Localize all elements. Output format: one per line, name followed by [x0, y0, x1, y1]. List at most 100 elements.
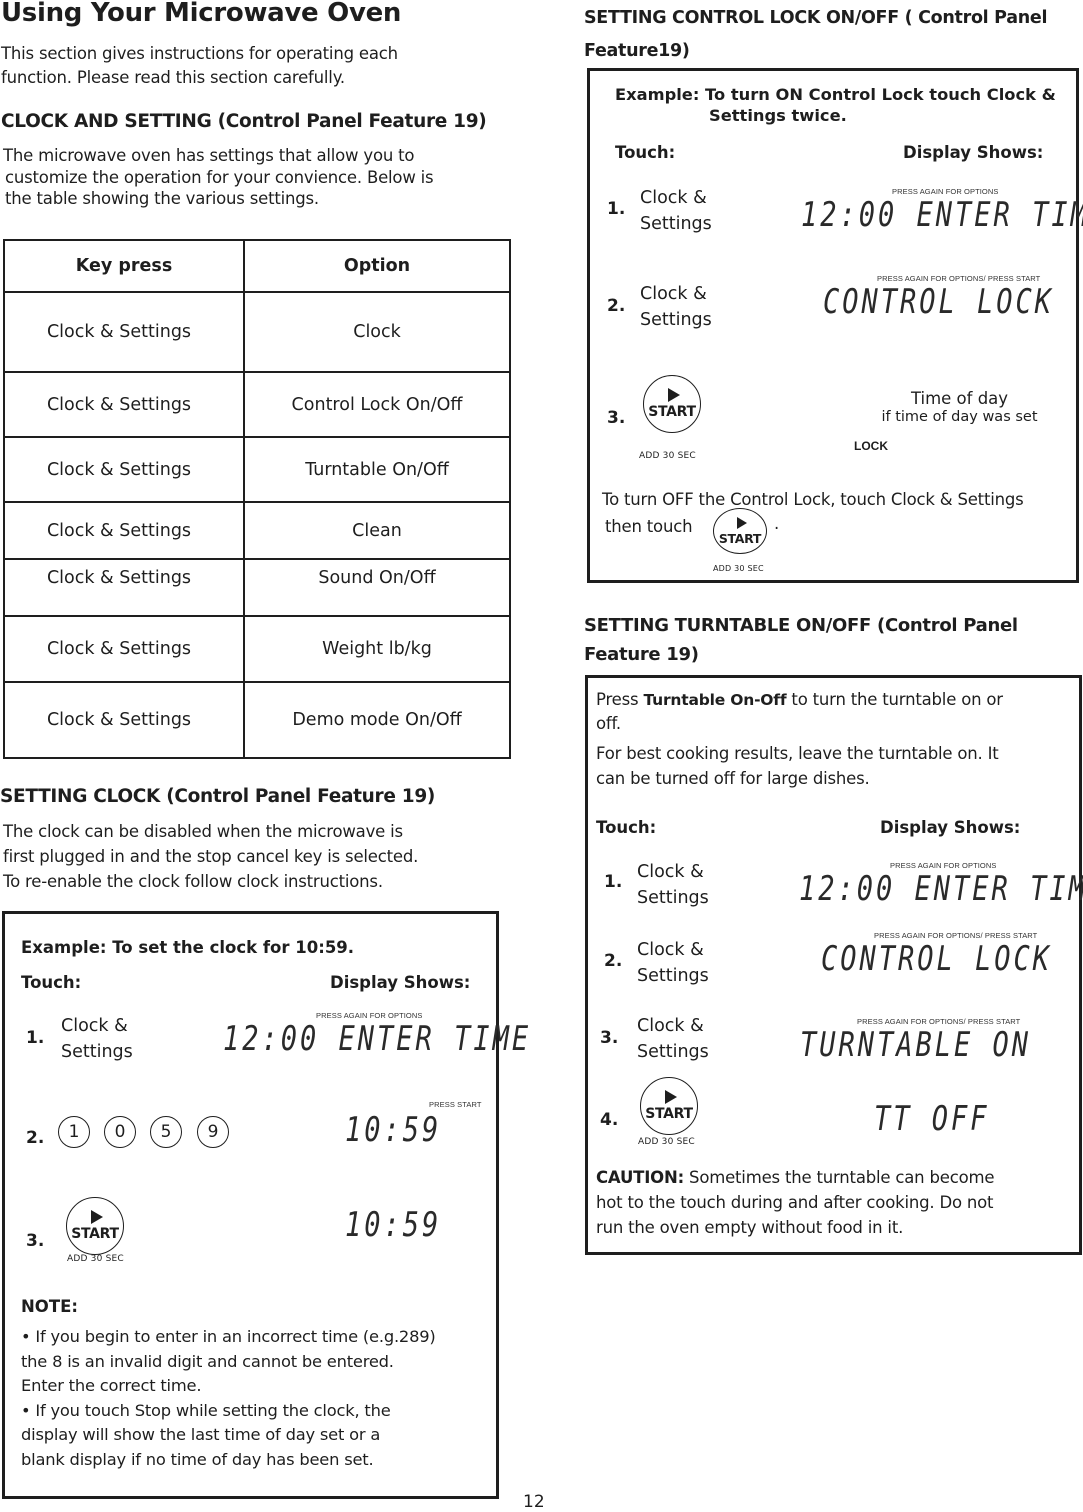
- play-icon: [664, 1090, 677, 1104]
- example-line: Settings twice.: [709, 106, 847, 125]
- key-label-line: Clock &: [640, 284, 707, 304]
- start-label: START: [71, 1226, 119, 1242]
- body-line: The clock can be disabled when the micro…: [3, 822, 403, 841]
- table-row: Clock & Settings Demo mode On/Off: [3, 681, 511, 759]
- clock-setting-heading: CLOCK AND SETTING (Control Panel Feature…: [1, 111, 487, 132]
- key-label-line: Settings: [640, 214, 712, 234]
- display-line: Time of day: [910, 389, 1009, 408]
- note-body: • If you begin to enter in an incorrect …: [21, 1325, 436, 1472]
- note-line: • If you touch Stop while setting the cl…: [21, 1400, 391, 1420]
- heading-line: Feature 19): [584, 644, 699, 665]
- body-line: For best cooking results, leave the turn…: [596, 744, 999, 763]
- clock-settings-key: Clock & Settings: [640, 281, 712, 333]
- table-row: Clock & Settings Turntable On/Off: [3, 436, 511, 503]
- key-label-line: Clock &: [637, 940, 704, 960]
- note-line: • If you begin to enter in an incorrect …: [21, 1327, 436, 1346]
- key-cell: Clock & Settings: [3, 681, 245, 759]
- key-cell: Clock & Settings: [3, 436, 245, 503]
- key-label-line: Settings: [61, 1042, 133, 1062]
- caution-line: run the oven empty without food in it.: [596, 1218, 904, 1237]
- key-label-line: Clock &: [637, 862, 704, 882]
- caution-label: CAUTION:: [596, 1168, 684, 1187]
- heading-line: SETTING TURNTABLE ON/OFF (Control Panel: [584, 615, 1018, 636]
- option-cell: Turntable On/Off: [243, 436, 511, 503]
- play-icon: [90, 1210, 103, 1224]
- key-cell: Clock & Settings: [3, 371, 245, 438]
- display-caption: PRESS AGAIN FOR OPTIONS: [890, 861, 997, 870]
- number-key-5: 5: [150, 1116, 182, 1148]
- add-30-sec-label: ADD 30 SEC: [67, 1254, 124, 1264]
- start-button-icon: START: [640, 1077, 698, 1135]
- header-option: Option: [243, 239, 511, 293]
- display-caption: PRESS AGAIN FOR OPTIONS/ PRESS START: [874, 931, 1038, 940]
- heading-line: Feature19): [584, 41, 690, 61]
- text: to turn the turntable on or: [786, 690, 1003, 709]
- text: Press: [596, 690, 644, 709]
- step-number: 3.: [600, 1028, 619, 1048]
- setting-clock-heading: SETTING CLOCK (Control Panel Feature 19): [0, 786, 436, 807]
- key-cell: Clock & Settings: [3, 558, 245, 617]
- example-line: Example: To turn ON Control Lock touch C…: [615, 85, 1056, 104]
- step-number: 1.: [26, 1028, 45, 1048]
- lock-indicator: LOCK: [854, 439, 888, 453]
- table-header-row: Key press Option: [3, 239, 511, 293]
- key-label-line: Settings: [640, 310, 712, 330]
- period: .: [774, 514, 780, 533]
- control-lock-off-text: To turn OFF the Control Lock, touch Cloc…: [602, 486, 1024, 540]
- start-button-icon: START: [66, 1197, 124, 1255]
- intro-text: This section gives instructions for oper…: [1, 42, 398, 90]
- body-line: To re-enable the clock follow clock inst…: [3, 872, 383, 891]
- display-shows-label: Display Shows:: [330, 973, 471, 992]
- lcd-display: 12:00 ENTER TIME: [223, 1020, 532, 1059]
- key-label-line: Settings: [637, 1042, 709, 1062]
- note-line: display will show the last time of day s…: [21, 1425, 381, 1444]
- step-number: 2.: [26, 1128, 45, 1148]
- off-line: To turn OFF the Control Lock, touch Cloc…: [602, 490, 1024, 509]
- start-label: START: [718, 530, 762, 546]
- note-line: the 8 is an invalid digit and cannot be …: [21, 1351, 394, 1371]
- number-key-1: 1: [58, 1116, 90, 1148]
- start-button-icon: START: [713, 508, 767, 554]
- clock-settings-key: Clock & Settings: [637, 859, 709, 911]
- step-number: 2.: [607, 296, 626, 316]
- body-line: can be turned off for large dishes.: [596, 769, 870, 788]
- display-caption: PRESS AGAIN FOR OPTIONS: [316, 1011, 423, 1020]
- body-line: The microwave oven has settings that all…: [3, 146, 415, 165]
- key-cell: Clock & Settings: [3, 501, 245, 560]
- turntable-body: For best cooking results, leave the turn…: [596, 741, 999, 791]
- setting-clock-body: The clock can be disabled when the micro…: [3, 819, 418, 894]
- table-row: Clock & Settings Sound On/Off: [3, 558, 511, 617]
- lcd-display: 12:00 ENTER TIME: [801, 196, 1083, 235]
- start-label: START: [648, 404, 696, 420]
- heading-line: SETTING CONTROL LOCK ON/OFF ( Control Pa…: [584, 8, 1048, 28]
- touch-label: Touch:: [21, 973, 82, 992]
- add-30-sec-label: ADD 30 SEC: [713, 564, 764, 573]
- clock-setting-body: The microwave oven has settings that all…: [3, 145, 434, 210]
- lcd-display: TURNTABLE ON: [800, 1026, 1032, 1065]
- display-line: if time of day was set: [881, 409, 1038, 425]
- display-caption: PRESS AGAIN FOR OPTIONS/ PRESS START: [877, 274, 1041, 283]
- table-row: Clock & Settings Clock: [3, 291, 511, 373]
- key-cell: Clock & Settings: [3, 291, 245, 373]
- lcd-display: 10:59: [345, 1111, 442, 1150]
- lcd-display: 12:00 ENTER TIME: [799, 870, 1083, 909]
- add-30-sec-label: ADD 30 SEC: [639, 451, 696, 461]
- lcd-display: 10:59: [345, 1206, 442, 1245]
- key-label-line: Settings: [637, 888, 709, 908]
- key-label-line: Settings: [637, 966, 709, 986]
- text: off.: [596, 714, 621, 733]
- add-30-sec-label: ADD 30 SEC: [638, 1137, 695, 1147]
- play-icon: [736, 516, 747, 529]
- display-caption: PRESS AGAIN FOR OPTIONS: [892, 187, 999, 196]
- clock-settings-key: Clock & Settings: [637, 937, 709, 989]
- display-caption: PRESS AGAIN FOR OPTIONS/ PRESS START: [857, 1017, 1021, 1026]
- display-shows-label: Display Shows:: [903, 143, 1044, 162]
- lcd-display: CONTROL LOCK: [821, 940, 1053, 979]
- control-lock-example: Example: To turn ON Control Lock touch C…: [615, 84, 1056, 126]
- play-icon: [667, 388, 680, 402]
- body-line: first plugged in and the stop cancel key…: [3, 847, 419, 866]
- number-key-9: 9: [197, 1116, 229, 1148]
- key-label-line: Clock &: [640, 188, 707, 208]
- table-row: Clock & Settings Control Lock On/Off: [3, 371, 511, 438]
- set-clock-example: Example: To set the clock for 10:59.: [21, 938, 355, 957]
